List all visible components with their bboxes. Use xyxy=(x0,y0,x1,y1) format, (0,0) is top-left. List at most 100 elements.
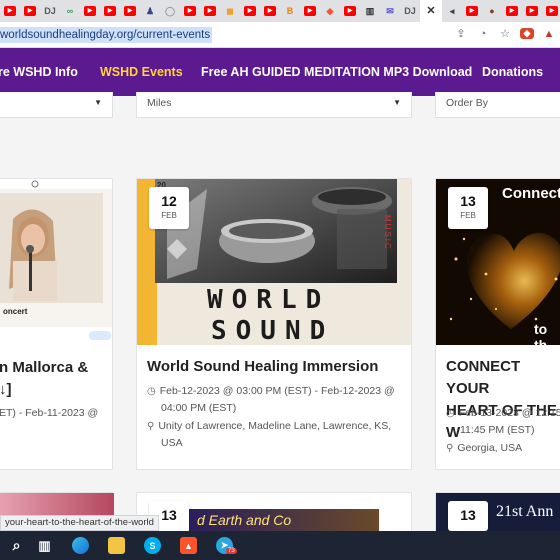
nav-link-more-info[interactable]: re WSHD Info xyxy=(0,65,78,79)
search-icon[interactable]: ⌕ xyxy=(8,537,25,554)
category-select[interactable]: ▼ xyxy=(0,92,113,118)
browser-tab[interactable]: ◼ xyxy=(220,0,240,22)
browser-tab[interactable]: ∞ xyxy=(60,0,80,22)
thumbnail-title: 21st Ann xyxy=(496,503,554,520)
nav-link-free-meditation[interactable]: Free AH GUIDED MEDITATION MP3 Download xyxy=(201,65,472,79)
browser-tab[interactable]: ▶ xyxy=(180,0,200,22)
event-thumbnail[interactable]: oncert xyxy=(0,179,112,345)
youtube-icon: ▶ xyxy=(204,6,216,16)
browser-tab[interactable]: ◂ xyxy=(442,0,462,22)
event-thumbnail[interactable]: d Earth and Co xyxy=(189,509,379,533)
browser-tab[interactable]: B xyxy=(280,0,300,22)
browser-tab[interactable]: ◆ xyxy=(320,0,340,22)
event-date-line: Feb-12-2023 @ 03:00 PM (EST) - Feb-12-20… xyxy=(159,385,395,397)
youtube-icon: ▶ xyxy=(24,6,36,16)
event-card[interactable]: oncert n Mallorca & ↓] ET) - Feb-11-2023… xyxy=(0,178,113,470)
browser-tab[interactable]: ▶ xyxy=(462,0,482,22)
address-bar-icons: ⇪ ◔ ☆ ◆ ▲ xyxy=(454,27,556,41)
date-badge: 12 FEB xyxy=(149,187,189,229)
date-badge-day: 12 xyxy=(161,193,177,209)
link-icon: ∞ xyxy=(66,5,74,16)
chevron-down-icon: ▼ xyxy=(393,98,401,107)
browser-tab[interactable]: ▶ xyxy=(260,0,280,22)
browser-tab[interactable]: ▶ xyxy=(20,0,40,22)
nav-link-donations[interactable]: Donations xyxy=(482,65,543,79)
close-icon: ✕ xyxy=(426,4,436,17)
event-location-line: Unity of Lawrence, Madeline Lane, Lawren… xyxy=(158,420,392,432)
brave-shield-icon[interactable]: ◆ xyxy=(520,28,534,39)
distance-select[interactable]: Miles ▼ xyxy=(136,92,412,118)
skype-icon[interactable]: S xyxy=(144,537,161,554)
event-date-line: 11:45 PM (EST) xyxy=(460,424,535,436)
browser-tab[interactable]: ▶ xyxy=(542,0,560,22)
youtube-icon: ▶ xyxy=(104,6,116,16)
youtube-icon: ▶ xyxy=(546,6,558,16)
distance-select-value: Miles xyxy=(147,97,172,109)
address-bar[interactable]: worldsoundhealingday.org/current-events … xyxy=(0,22,560,48)
browser-tab[interactable]: ▶ xyxy=(80,0,100,22)
youtube-icon: ▶ xyxy=(264,6,276,16)
browser-tab[interactable]: ▶ xyxy=(0,0,20,22)
event-title[interactable]: World Sound Healing Immersion xyxy=(147,356,378,378)
clock-icon: ◷ xyxy=(147,386,156,397)
event-location-line: USA xyxy=(161,437,183,449)
browser-tab[interactable]: DJ xyxy=(400,0,420,22)
rss-icon[interactable]: ◔ xyxy=(476,28,490,40)
url-text[interactable]: worldsoundhealingday.org/current-events xyxy=(0,26,213,43)
event-date: ET) - Feb-11-2023 @ xyxy=(0,407,99,419)
status-bar-url: your-heart-to-the-heart-of-the-world xyxy=(0,515,159,531)
share-icon[interactable]: ⇪ xyxy=(454,27,468,40)
order-select[interactable]: Order By xyxy=(435,92,560,118)
brave-rewards-icon[interactable]: ▲ xyxy=(542,28,556,40)
browser-tab[interactable]: ● xyxy=(482,0,502,22)
browser-tab[interactable]: ♟ xyxy=(140,0,160,22)
browser-tab[interactable]: ✉ xyxy=(380,0,400,22)
browser-tab[interactable]: ▶ xyxy=(200,0,220,22)
thumbnail-title: Connect xyxy=(502,185,560,202)
event-title-line: n Mallorca & xyxy=(0,359,89,376)
thumbnail-subtitle: to th xyxy=(534,321,548,345)
files-icon[interactable] xyxy=(108,537,125,554)
thumbnail-caption: oncert xyxy=(3,307,28,316)
youtube-icon: ▶ xyxy=(344,6,356,16)
event-card[interactable]: d Earth and Co 13 xyxy=(136,492,412,533)
browser-tab[interactable]: DJ xyxy=(40,0,60,22)
browser-tab[interactable]: ✕ xyxy=(420,0,442,22)
edge-icon[interactable] xyxy=(72,537,89,554)
browser-tab[interactable]: ▶ xyxy=(522,0,542,22)
youtube-icon: ▶ xyxy=(506,6,518,16)
browser-tab[interactable]: ▶ xyxy=(340,0,360,22)
browser-tab[interactable]: ▥ xyxy=(360,0,380,22)
event-card[interactable]: 21st Ann 13 xyxy=(435,492,560,532)
youtube-icon: ▶ xyxy=(124,6,136,16)
date-badge-day: 13 xyxy=(460,193,476,209)
person-icon: ♟ xyxy=(145,5,155,16)
singer-photo-image xyxy=(0,179,112,345)
browser-tab[interactable]: ▶ xyxy=(502,0,522,22)
browser-tab[interactable]: ▶ xyxy=(100,0,120,22)
event-card[interactable]: 20 MUSIC WORLD SOUND 12 FEB World Sound … xyxy=(136,178,412,470)
orange-icon: ◼ xyxy=(226,5,234,16)
event-title[interactable]: n Mallorca & ↓] xyxy=(0,357,88,401)
clock-icon: ◷ xyxy=(446,408,455,419)
thumbnail-title-word: WORLD xyxy=(207,285,331,315)
nav-link-events[interactable]: WSHD Events xyxy=(100,65,183,79)
browser-tab[interactable]: ▶ xyxy=(300,0,320,22)
thumbnail-banner-text: d Earth and Co xyxy=(197,512,292,528)
thumbnail-side-text: MUSIC xyxy=(383,215,392,251)
brave-icon[interactable]: ▲ xyxy=(180,537,197,554)
dj-icon: DJ xyxy=(404,5,416,16)
blogger-icon: B xyxy=(286,5,294,16)
mail-icon: ✉ xyxy=(386,5,394,16)
map-pin-icon: ⚲ xyxy=(446,443,454,454)
youtube-icon: ▶ xyxy=(84,6,96,16)
youtube-icon: ▶ xyxy=(526,6,538,16)
date-badge: 13 FEB xyxy=(448,187,488,229)
browser-tab[interactable]: ◯ xyxy=(160,0,180,22)
extensions-icon[interactable]: ☆ xyxy=(498,27,512,40)
dj-icon: DJ xyxy=(44,5,56,16)
taskview-icon[interactable]: ▥ xyxy=(36,537,53,554)
browser-tab[interactable]: ▶ xyxy=(120,0,140,22)
event-card[interactable]: Connect to th 13 FEB CONNECT YOUR HEART … xyxy=(435,178,560,470)
browser-tab[interactable]: ▶ xyxy=(240,0,260,22)
